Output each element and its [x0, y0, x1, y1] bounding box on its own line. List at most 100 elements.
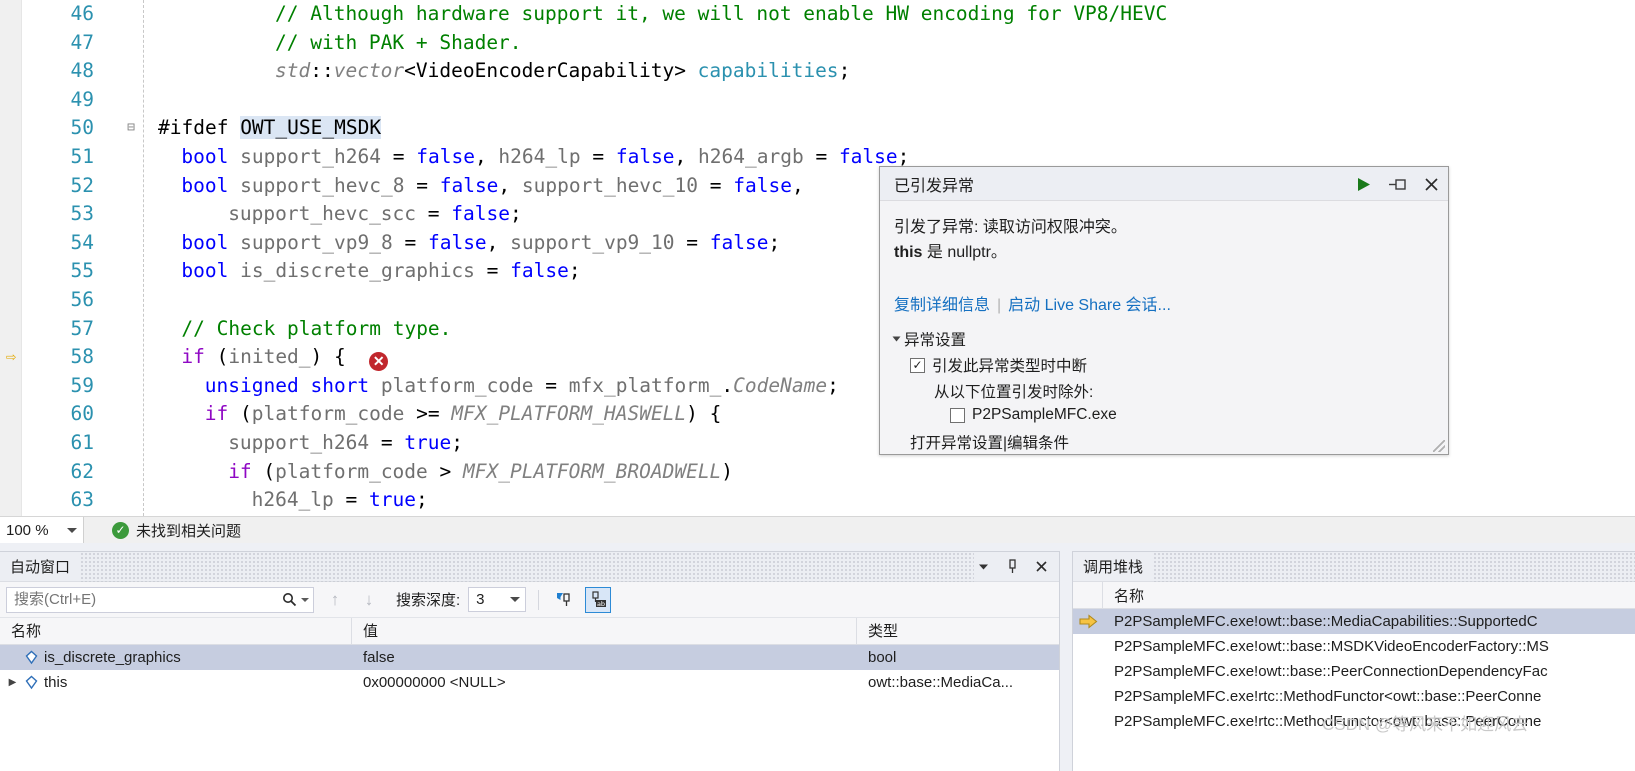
break-on-throw-checkbox[interactable]: ✓	[910, 357, 925, 373]
frame-name-cell: P2PSampleMFC.exe!owt::base::MediaCapabil…	[1114, 613, 1538, 630]
exception-helper-dialog[interactable]: 已引发异常 引发了异常: 读取访问权限冲突。 this 是 nullptr。 复…	[879, 166, 1449, 455]
callstack-tab-drag-area[interactable]	[1153, 551, 1635, 582]
toolbar-separator	[538, 589, 540, 610]
autos-search-box[interactable]	[6, 586, 314, 613]
autos-tab-drag-area[interactable]	[80, 551, 974, 582]
code-line[interactable]: 47 // with PAK + Shader.	[0, 29, 1635, 58]
variable-name-text: this	[44, 674, 68, 691]
start-live-share-link[interactable]: 启动 Live Share 会话...	[1008, 297, 1171, 314]
tab-autos[interactable]: 自动窗口	[0, 552, 80, 582]
variable-type-cell: owt::base::MediaCa...	[868, 674, 1014, 691]
code-token: ;	[838, 59, 851, 83]
callstack-frame-row[interactable]: P2PSampleMFC.exe!owt::base::MediaCapabil…	[1073, 609, 1635, 634]
expand-chevron-icon[interactable]: ▶	[6, 677, 19, 688]
filter-pin-icon[interactable]	[551, 587, 577, 613]
break-on-throw-row[interactable]: ✓ 引发此异常类型时中断	[910, 354, 1448, 376]
code-text: unsigned short platform_code = mfx_platf…	[205, 372, 839, 401]
line-number: 58	[70, 345, 94, 369]
line-number: 50	[70, 116, 94, 140]
resize-grip-icon[interactable]	[1433, 440, 1445, 452]
code-token: support_vp9_10	[510, 230, 675, 254]
exclude-exe-checkbox[interactable]	[950, 407, 965, 423]
code-line[interactable]: 48 std::vector<VideoEncoderCapability> ca…	[0, 57, 1635, 86]
tab-callstack[interactable]: 调用堆栈	[1073, 552, 1153, 582]
search-options-chevron-down-icon[interactable]	[301, 597, 309, 602]
bottom-dock: 自动窗口 搜索(Ctrl+E) ↑ ↓ 搜索深度: 3 ab 名称 值 类型 i…	[0, 543, 1635, 771]
code-line[interactable]: 50 ⊟ #ifdef OWT_USE_MSDK	[0, 114, 1635, 143]
line-number: 54	[70, 230, 94, 254]
continue-icon[interactable]	[1352, 173, 1374, 195]
search-icon[interactable]	[281, 592, 297, 608]
code-token: =	[698, 173, 734, 197]
column-header-type[interactable]: 类型	[857, 618, 1059, 645]
code-token: support_hevc_10	[521, 173, 699, 197]
line-number: 52	[70, 173, 94, 197]
show-raw-values-icon[interactable]: ab	[585, 586, 612, 613]
variable-value-cell[interactable]: 0x00000000 <NULL>	[352, 674, 857, 691]
search-input[interactable]	[14, 591, 281, 608]
zoom-level-dropdown[interactable]: 100 %	[0, 517, 84, 543]
close-icon[interactable]	[1420, 173, 1442, 195]
chevron-down-icon	[510, 597, 521, 602]
code-token: bool	[181, 259, 229, 283]
code-token: std	[275, 59, 311, 83]
code-token: <VideoEncoderCapability>	[404, 59, 698, 83]
pin-icon[interactable]	[1386, 173, 1408, 195]
callstack-frame-row[interactable]: P2PSampleMFC.exe!owt::base::PeerConnecti…	[1073, 659, 1635, 684]
variable-value-cell[interactable]: false	[352, 649, 857, 666]
code-token: false	[709, 230, 769, 254]
tab-menu-chevron-down-icon[interactable]	[974, 558, 992, 576]
open-exception-settings-link[interactable]: 打开异常设置	[910, 435, 1003, 452]
code-token: (	[204, 345, 229, 369]
code-line[interactable]: 46 // Although hardware support it, we wi…	[0, 0, 1635, 29]
copy-details-link[interactable]: 复制详细信息	[894, 297, 990, 314]
callstack-frame-row[interactable]: P2PSampleMFC.exe!rtc::MethodFunctor<owt:…	[1073, 709, 1635, 734]
exception-settings-header[interactable]: 异常设置	[892, 328, 1448, 350]
search-depth-value: 3	[476, 591, 485, 608]
code-text: // with PAK + Shader.	[275, 29, 522, 58]
code-token: ,	[498, 173, 522, 197]
editor-issue-status[interactable]: ✓ 未找到相关问题	[112, 520, 241, 541]
code-line[interactable]: 49	[0, 86, 1635, 115]
code-token: false	[615, 144, 675, 168]
search-next-button[interactable]: ↓	[356, 587, 382, 613]
exception-error-icon[interactable]: ✕	[369, 352, 389, 372]
code-token: =	[803, 144, 839, 168]
code-line[interactable]: 63 h264_lp = true;	[0, 486, 1635, 515]
code-token: false	[451, 202, 510, 226]
code-token: =	[381, 144, 417, 168]
code-text: if (inited_) { ✕	[181, 343, 389, 372]
code-token: false	[427, 230, 487, 254]
callstack-frame-row[interactable]: P2PSampleMFC.exe!owt::base::MSDKVideoEnc…	[1073, 634, 1635, 659]
column-header-name[interactable]: 名称	[0, 617, 352, 645]
table-row[interactable]: ▶is_discrete_graphicsfalse bool	[0, 645, 1059, 670]
code-token: ,	[791, 173, 804, 197]
code-token: // Check platform type.	[181, 316, 452, 340]
code-line[interactable]: 62 if (platform_code > MFX_PLATFORM_BROAD…	[0, 458, 1635, 487]
code-token: ,	[486, 230, 511, 254]
autos-close-icon[interactable]	[1032, 558, 1050, 576]
table-row[interactable]: ▶ this 0x00000000 <NULL> owt::base::MediaCa…	[0, 670, 1059, 695]
autos-pin-icon[interactable]	[1003, 558, 1021, 576]
code-token: mfx_platform_	[568, 373, 722, 397]
fold-collapse-icon[interactable]: ⊟	[124, 114, 138, 143]
code-token: if	[204, 402, 229, 426]
code-token: false	[838, 144, 898, 168]
exception-message-line2: this 是 nullptr。	[894, 240, 1448, 265]
edit-conditions-link[interactable]: 编辑条件	[1007, 435, 1069, 452]
code-token: bool	[181, 230, 229, 254]
search-depth-dropdown[interactable]: 3	[468, 587, 527, 612]
code-token: inited_	[228, 345, 311, 369]
line-number: 46	[70, 2, 94, 25]
column-header-value[interactable]: 值	[352, 617, 857, 645]
autos-grid-body: ▶is_discrete_graphicsfalse bool ▶ this 0x000…	[0, 645, 1059, 695]
search-prev-button[interactable]: ↑	[322, 587, 348, 613]
callstack-frame-row[interactable]: P2PSampleMFC.exe!rtc::MethodFunctor<owt:…	[1073, 684, 1635, 709]
exclude-exe-row[interactable]: P2PSampleMFC.exe	[950, 406, 1448, 424]
editor-issue-status-text: 未找到相关问题	[136, 522, 242, 540]
column-header-frame-name[interactable]: 名称	[1103, 585, 1144, 606]
